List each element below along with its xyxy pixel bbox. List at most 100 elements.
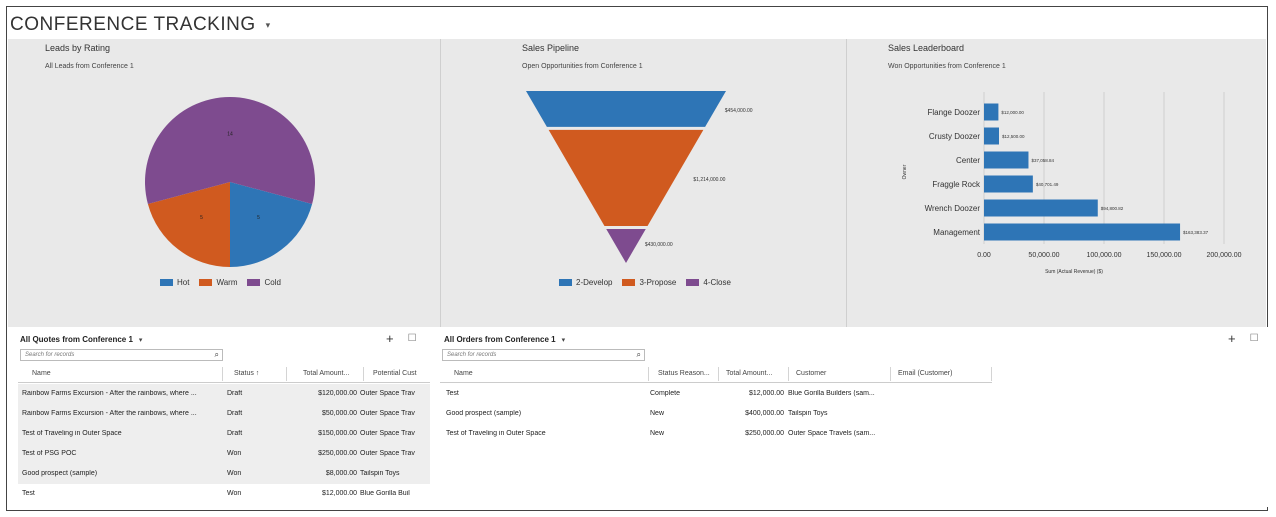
funnel-stage-close[interactable] xyxy=(606,228,646,263)
legend-item-close[interactable]: 4-Close xyxy=(686,278,731,287)
x-tick-label: 200,000.00 xyxy=(1206,252,1241,259)
chart-toggle-icon[interactable]: ☐ xyxy=(1250,333,1259,346)
quote-cell-name[interactable]: Test xyxy=(22,490,222,497)
leads-legend: Hot Warm Cold xyxy=(160,278,281,287)
column-divider xyxy=(286,367,287,381)
table-row[interactable]: Rainbow Farms Excursion - After the rain… xyxy=(18,384,430,404)
quote-cell-name[interactable]: Test of PSG POC xyxy=(22,450,222,457)
quote-cell-status: Draft xyxy=(227,430,243,437)
quote-cell-potential-customer: Tailspin Toys xyxy=(360,470,400,477)
panel-divider xyxy=(846,39,847,327)
add-icon[interactable]: + xyxy=(1228,331,1236,346)
quote-cell-name[interactable]: Rainbow Farms Excursion - After the rain… xyxy=(22,410,222,417)
bar-center[interactable] xyxy=(984,151,1029,169)
column-header-status-reason[interactable]: Status Reason... xyxy=(658,370,710,377)
column-header-name[interactable]: Name xyxy=(454,370,473,377)
column-header-total-amount[interactable]: Total Amount... xyxy=(726,370,772,377)
search-icon[interactable]: ⌕ xyxy=(215,350,219,360)
legend-swatch-warm xyxy=(199,279,213,286)
bar-management[interactable] xyxy=(984,223,1181,241)
bar-fraggle-rock[interactable] xyxy=(984,175,1033,193)
y-tick-label: Management xyxy=(933,228,980,237)
column-header-customer[interactable]: Customer xyxy=(796,370,826,377)
legend-item-warm[interactable]: Warm xyxy=(199,278,237,287)
legend-item-propose[interactable]: 3-Propose xyxy=(622,278,676,287)
quote-cell-name[interactable]: Rainbow Farms Excursion - After the rain… xyxy=(22,390,222,397)
pipeline-chart-panel: Sales Pipeline Open Opportunities from C… xyxy=(444,39,846,327)
x-tick-label: 100,000.00 xyxy=(1086,252,1121,259)
funnel-value-label-develop: $454,000.00 xyxy=(725,108,753,114)
bar-wrench-doozer[interactable] xyxy=(984,199,1098,217)
column-header-name[interactable]: Name xyxy=(32,370,51,377)
column-divider xyxy=(718,367,719,381)
dashboard-title[interactable]: CONFERENCE TRACKING ▾ xyxy=(10,14,271,36)
quotes-grid-header: Name Status ↑ Total Amount... Potential … xyxy=(18,366,430,383)
order-cell-customer: Tailspin Toys xyxy=(788,410,828,417)
bar-value-label: $163,383.37 xyxy=(1183,230,1209,235)
quote-cell-potential-customer: Blue Gorilla Buil xyxy=(360,490,410,497)
quotes-view-selector[interactable]: All Quotes from Conference 1 ▾ xyxy=(20,335,142,344)
column-header-status[interactable]: Status ↑ xyxy=(234,370,259,377)
quotes-grid-title: All Quotes from Conference 1 xyxy=(20,335,133,344)
legend-item-hot[interactable]: Hot xyxy=(160,278,189,287)
order-cell-name[interactable]: Good prospect (sample) xyxy=(446,410,646,417)
column-divider xyxy=(222,367,223,381)
bar-value-label: $12,500.00 xyxy=(1002,134,1025,139)
order-cell-total-amount: $250,000.00 xyxy=(745,430,784,437)
quotes-search-input[interactable]: Search for records ⌕ xyxy=(20,349,223,361)
table-row[interactable]: Test of Traveling in Outer Space New $250,… xyxy=(440,424,1268,444)
y-axis-label: Owner xyxy=(902,164,908,179)
leads-chart-panel: Leads by Rating All Leads from Conferenc… xyxy=(8,39,436,327)
pie-label-cold: 14 xyxy=(227,131,233,137)
x-axis-label: Sum (Actual Revenue) ($) xyxy=(1045,269,1103,275)
orders-view-selector[interactable]: All Orders from Conference 1 ▾ xyxy=(444,335,565,344)
column-header-total-amount[interactable]: Total Amount... xyxy=(303,370,349,377)
pipeline-legend: 2-Develop 3-Propose 4-Close xyxy=(559,278,731,287)
quotes-grid-actions: + ☐ xyxy=(386,331,417,346)
y-tick-label: Flange Doozer xyxy=(928,108,981,117)
quote-cell-status: Draft xyxy=(227,410,243,417)
quote-cell-potential-customer: Outer Space Trav xyxy=(360,430,415,437)
table-row[interactable]: Test Complete $12,000.00 Blue Gorilla Build… xyxy=(440,384,1268,404)
quote-cell-total-amount: $120,000.00 xyxy=(318,390,357,397)
legend-label-close: 4-Close xyxy=(703,278,731,287)
legend-item-develop[interactable]: 2-Develop xyxy=(559,278,612,287)
table-row[interactable]: Good prospect (sample) Won $8,000.00 Tailsp… xyxy=(18,464,430,484)
quote-cell-name[interactable]: Good prospect (sample) xyxy=(22,470,222,477)
order-cell-total-amount: $400,000.00 xyxy=(745,410,784,417)
column-divider xyxy=(991,367,992,381)
funnel-stage-develop[interactable] xyxy=(526,91,726,127)
order-cell-name[interactable]: Test xyxy=(446,390,646,397)
quote-cell-potential-customer: Outer Space Trav xyxy=(360,410,415,417)
x-tick-label: 0.00 xyxy=(977,252,991,259)
bar-flange-doozer[interactable] xyxy=(984,103,999,121)
order-cell-customer: Outer Space Travels (sam... xyxy=(788,430,876,437)
charts-area: Leads by Rating All Leads from Conferenc… xyxy=(8,39,1266,327)
orders-search-input[interactable]: Search for records ⌕ xyxy=(442,349,645,361)
quote-cell-name[interactable]: Test of Traveling in Outer Space xyxy=(22,430,222,437)
pie-label-warm: 5 xyxy=(200,215,203,221)
column-divider xyxy=(648,367,649,381)
quote-cell-status: Won xyxy=(227,450,242,457)
legend-label-develop: 2-Develop xyxy=(576,278,613,287)
funnel-value-label-propose: $1,214,000.00 xyxy=(693,177,725,183)
quote-cell-potential-customer: Outer Space Trav xyxy=(360,390,415,397)
legend-label-warm: Warm xyxy=(216,278,238,287)
funnel-stage-propose[interactable] xyxy=(548,129,704,226)
column-header-potential-customer[interactable]: Potential Cust xyxy=(373,370,417,377)
add-icon[interactable]: + xyxy=(386,331,394,346)
table-row[interactable]: Good prospect (sample) New $400,000.00 Tail… xyxy=(440,404,1268,424)
search-icon[interactable]: ⌕ xyxy=(637,350,641,360)
chart-toggle-icon[interactable]: ☐ xyxy=(408,333,417,346)
table-row[interactable]: Test of PSG POC Won $250,000.00 Outer Space… xyxy=(18,444,430,464)
funnel-value-label-close: $430,000.00 xyxy=(645,242,673,248)
bar-crusty-doozer[interactable] xyxy=(984,127,999,145)
table-row[interactable]: Test Won $12,000.00 Blue Gorilla Buil xyxy=(18,484,430,504)
table-row[interactable]: Test of Traveling in Outer Space Draft $15… xyxy=(18,424,430,444)
column-header-email[interactable]: Email (Customer) xyxy=(898,370,952,377)
legend-item-cold[interactable]: Cold xyxy=(247,278,281,287)
order-cell-name[interactable]: Test of Traveling in Outer Space xyxy=(446,430,646,437)
bar-value-label: $37,058.84 xyxy=(1031,158,1054,163)
y-tick-label: Wrench Doozer xyxy=(925,204,981,213)
table-row[interactable]: Rainbow Farms Excursion - After the rain… xyxy=(18,404,430,424)
